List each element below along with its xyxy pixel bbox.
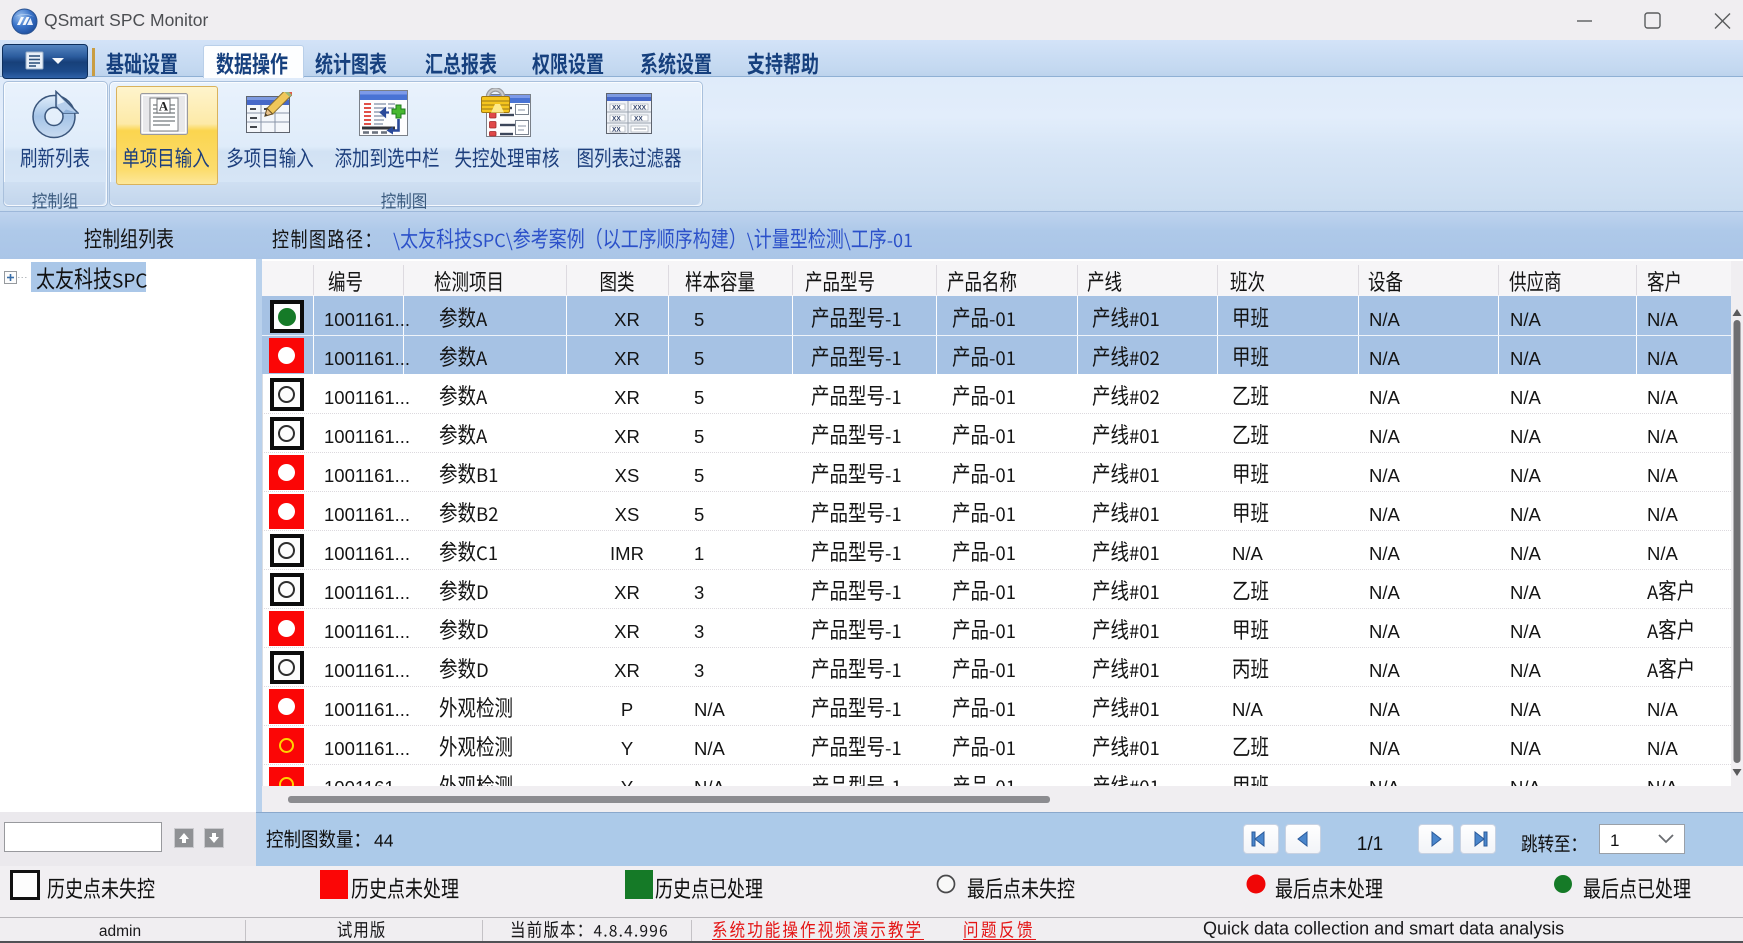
svg-text:1/1: 1/1 [1357, 834, 1383, 855]
svg-text:N/A: N/A [1510, 582, 1542, 603]
svg-text:1001161...: 1001161... [324, 621, 410, 642]
svg-text:N/A: N/A [1369, 543, 1401, 564]
svg-text:N/A: N/A [1510, 426, 1542, 447]
svg-text:XR: XR [614, 348, 640, 369]
svg-text:N/A: N/A [1369, 465, 1401, 486]
svg-text:N/A: N/A [1232, 699, 1264, 720]
svg-text:N/A: N/A [1510, 738, 1542, 759]
svg-text:1001161...: 1001161... [324, 543, 410, 564]
svg-text:XR: XR [614, 660, 640, 681]
svg-text:N/A: N/A [1647, 738, 1679, 759]
svg-text:N/A: N/A [694, 699, 726, 720]
svg-text:N/A: N/A [1647, 543, 1679, 564]
svg-text:1001161...: 1001161... [324, 504, 410, 525]
svg-text:1: 1 [694, 543, 704, 564]
svg-text:N/A: N/A [1369, 777, 1401, 798]
svg-text:3: 3 [694, 621, 704, 642]
svg-text:XR: XR [614, 387, 640, 408]
svg-text:Y: Y [621, 738, 633, 759]
svg-text:Quick data collection and smar: Quick data collection and smart data ana… [1203, 919, 1564, 939]
svg-text:N/A: N/A [694, 738, 726, 759]
svg-text:N/A: N/A [1369, 660, 1401, 681]
svg-text:N/A: N/A [1369, 426, 1401, 447]
svg-text:N/A: N/A [1647, 504, 1679, 525]
svg-text:XR: XR [614, 621, 640, 642]
svg-text:1: 1 [1610, 831, 1619, 850]
svg-text:N/A: N/A [1369, 621, 1401, 642]
svg-text:N/A: N/A [1232, 543, 1264, 564]
svg-text:N/A: N/A [1647, 348, 1679, 369]
svg-text:N/A: N/A [1510, 387, 1542, 408]
svg-text:1001161...: 1001161... [324, 348, 410, 369]
svg-text:N/A: N/A [1510, 699, 1542, 720]
svg-text:N/A: N/A [1647, 699, 1679, 720]
svg-text:Y: Y [621, 777, 633, 798]
svg-text:XR: XR [614, 582, 640, 603]
svg-text:QSmart SPC Monitor: QSmart SPC Monitor [44, 10, 209, 30]
svg-text:1001161...: 1001161... [324, 777, 410, 798]
svg-text:1001161...: 1001161... [324, 465, 410, 486]
svg-text:N/A: N/A [1647, 309, 1679, 330]
svg-text:N/A: N/A [1647, 465, 1679, 486]
svg-text:XR: XR [614, 309, 640, 330]
svg-text:5: 5 [694, 465, 704, 486]
svg-text:XR: XR [614, 426, 640, 447]
svg-text:N/A: N/A [1510, 543, 1542, 564]
svg-text:admin: admin [99, 923, 141, 940]
svg-text:N/A: N/A [1369, 348, 1401, 369]
svg-text:1001161...: 1001161... [324, 582, 410, 603]
svg-text:XS: XS [615, 465, 640, 486]
svg-text:N/A: N/A [1369, 738, 1401, 759]
svg-text:5: 5 [694, 426, 704, 447]
svg-text:N/A: N/A [1510, 465, 1542, 486]
svg-text:1001161...: 1001161... [324, 660, 410, 681]
svg-text:XS: XS [615, 504, 640, 525]
svg-text:3: 3 [694, 660, 704, 681]
svg-text:1001161...: 1001161... [324, 309, 410, 330]
svg-text:N/A: N/A [1369, 699, 1401, 720]
svg-text:N/A: N/A [1510, 309, 1542, 330]
svg-text:N/A: N/A [1369, 582, 1401, 603]
svg-text:1001161...: 1001161... [324, 426, 410, 447]
svg-text:5: 5 [694, 348, 704, 369]
svg-text:N/A: N/A [1510, 777, 1542, 798]
svg-text:N/A: N/A [694, 777, 726, 798]
svg-text:N/A: N/A [1510, 504, 1542, 525]
svg-text:5: 5 [694, 504, 704, 525]
svg-text:44: 44 [374, 831, 394, 851]
svg-text:IMR: IMR [610, 543, 644, 564]
svg-text:N/A: N/A [1369, 309, 1401, 330]
svg-text:P: P [621, 699, 633, 720]
svg-text:5: 5 [694, 309, 704, 330]
svg-text:N/A: N/A [1510, 660, 1542, 681]
svg-text:N/A: N/A [1510, 621, 1542, 642]
svg-text:N/A: N/A [1369, 387, 1401, 408]
svg-text:N/A: N/A [1647, 777, 1679, 798]
svg-text:1001161...: 1001161... [324, 699, 410, 720]
svg-text:N/A: N/A [1647, 387, 1679, 408]
svg-text:N/A: N/A [1369, 504, 1401, 525]
svg-text:3: 3 [694, 582, 704, 603]
svg-text:1001161...: 1001161... [324, 738, 410, 759]
svg-text:1001161...: 1001161... [324, 387, 410, 408]
svg-text:5: 5 [694, 387, 704, 408]
svg-text:N/A: N/A [1510, 348, 1542, 369]
svg-text:N/A: N/A [1647, 426, 1679, 447]
